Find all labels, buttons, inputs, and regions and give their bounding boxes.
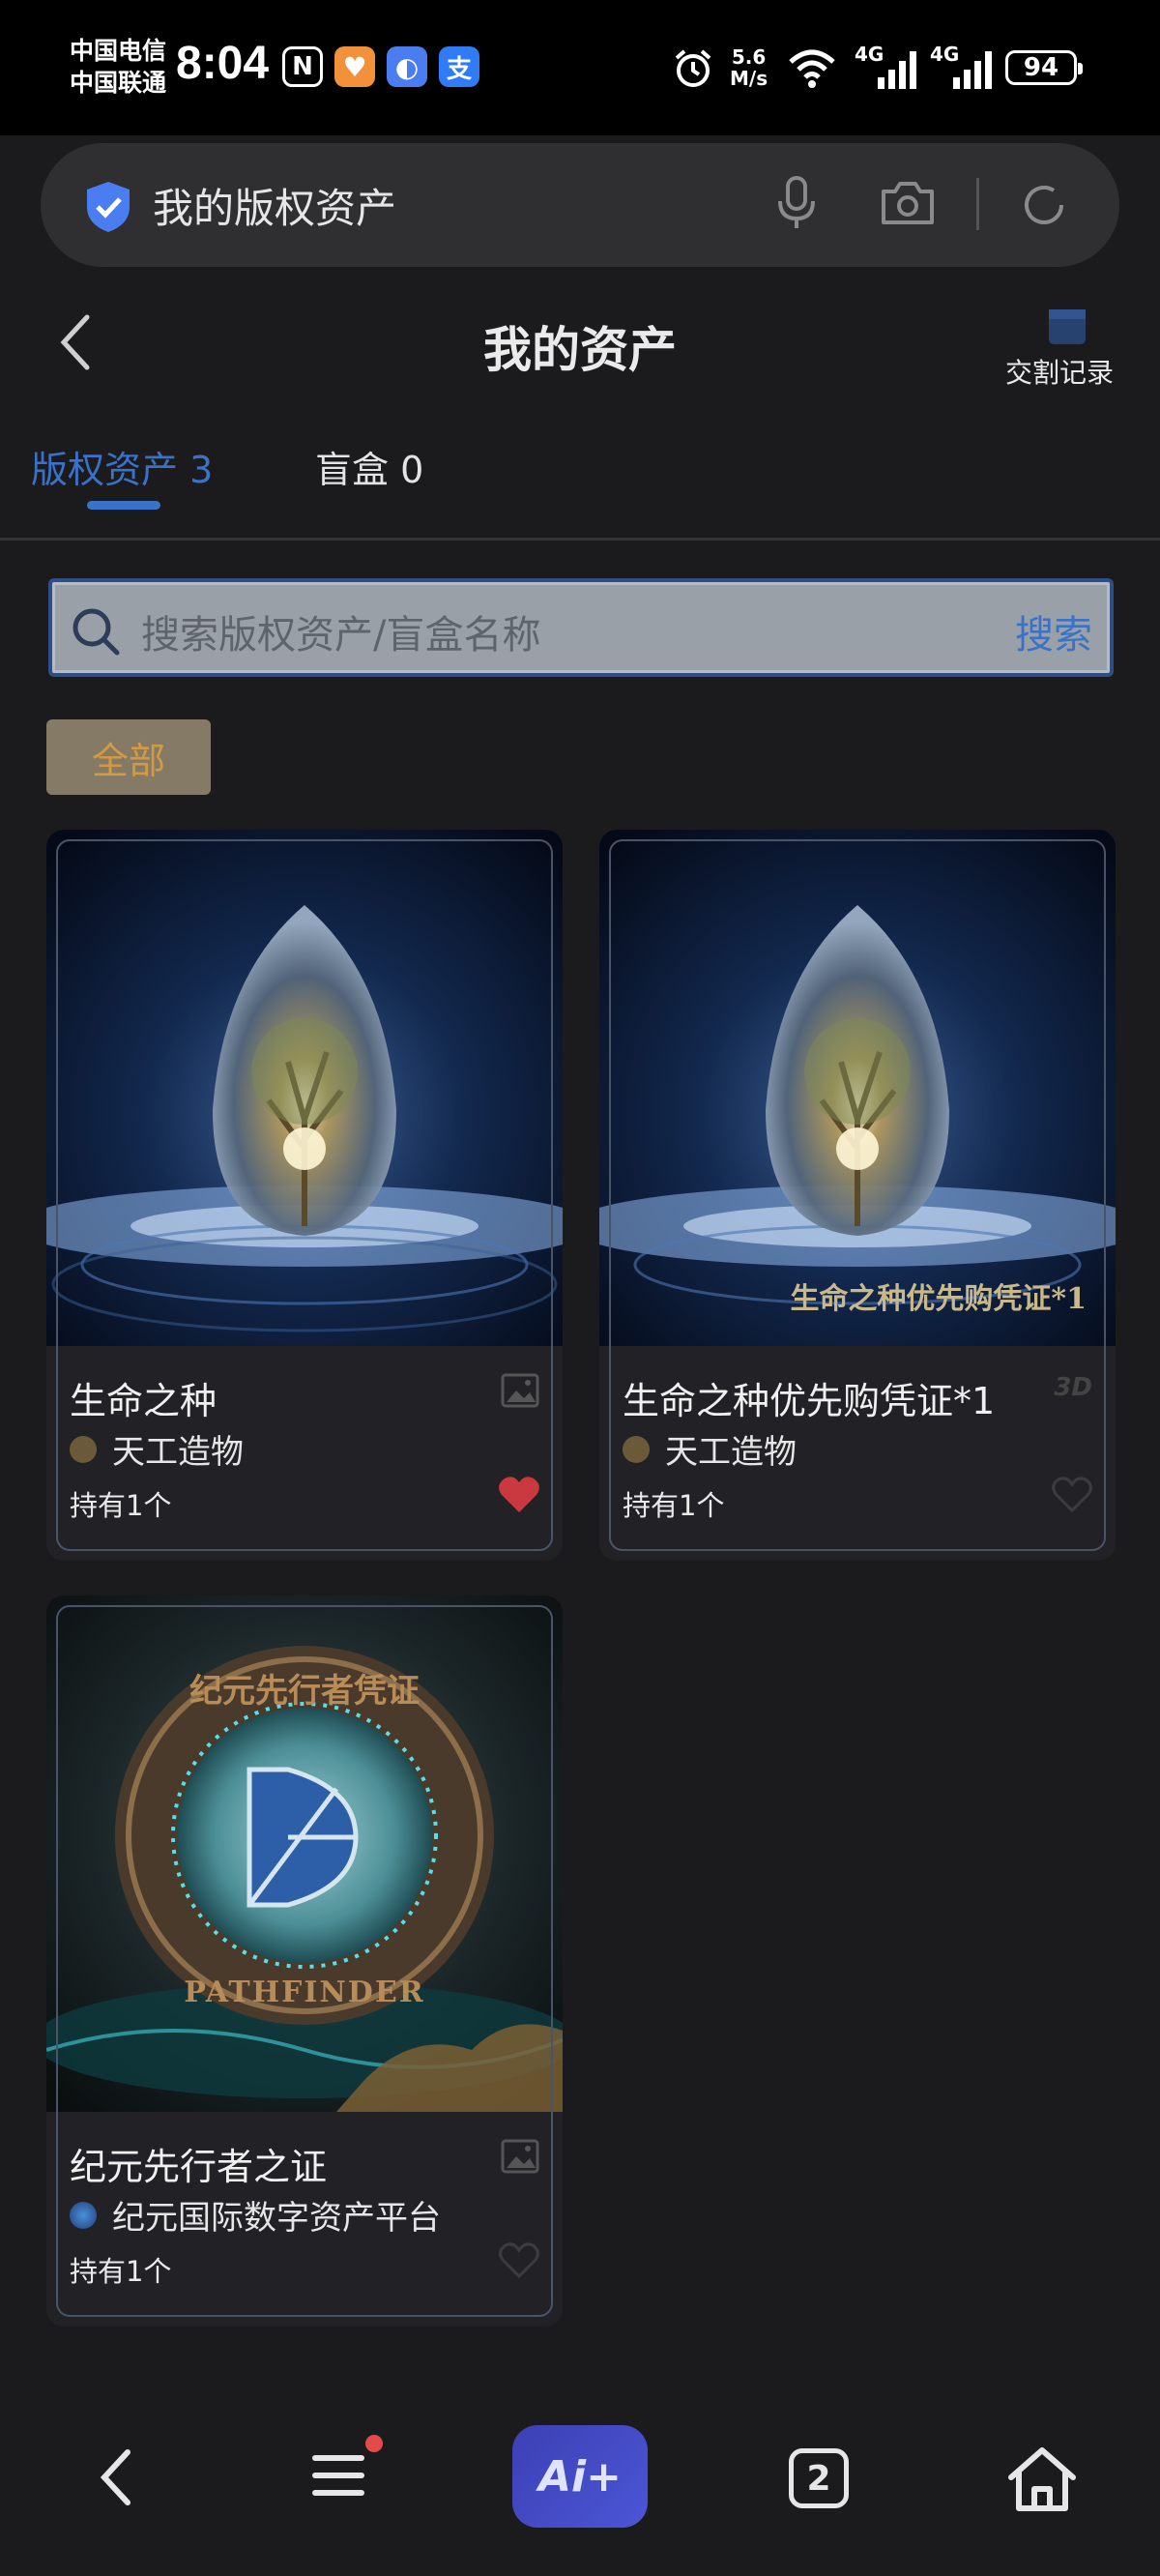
browser-bottom-nav: Ai+ 2 — [0, 2369, 1160, 2576]
tab-blind-box[interactable]: 盲盒 0 — [315, 440, 423, 493]
page-title: 我的资产 — [483, 322, 677, 378]
search-bar[interactable]: 搜索版权资产/盲盒名称 搜索 — [48, 578, 1114, 677]
3d-icon: 3D — [1054, 1373, 1092, 1402]
asset-card[interactable]: 生命之种 天工造物 持有1个 — [46, 830, 563, 1561]
heart-icon[interactable] — [497, 1474, 541, 1514]
microphone-icon[interactable] — [775, 176, 818, 232]
records-icon[interactable] — [1046, 304, 1088, 348]
reload-icon[interactable] — [1017, 178, 1071, 232]
search-button[interactable]: 搜索 — [1015, 603, 1092, 659]
tabs-count-button[interactable]: 2 — [789, 2448, 849, 2508]
carrier-info: 中国电信 中国联通 — [70, 35, 166, 99]
hold-count: 持有1个 — [623, 1489, 725, 1522]
alipay-app-icon: 支 — [439, 46, 479, 87]
browser-app-icon: ◐ — [387, 46, 427, 87]
coin-top-text: 纪元先行者凭证 — [189, 1672, 420, 1711]
asset-creator: 天工造物 — [70, 1425, 244, 1473]
hold-count: 持有1个 — [70, 1489, 172, 1522]
menu-icon[interactable] — [311, 2448, 365, 2503]
status-time: 8:04 — [176, 38, 270, 89]
creator-avatar — [70, 2201, 97, 2229]
signal-bars-2-icon — [953, 51, 992, 89]
security-shield-icon — [87, 182, 130, 232]
hold-count: 持有1个 — [70, 2255, 172, 2288]
heart-outline-icon[interactable] — [497, 2239, 541, 2280]
asset-artwork-pathfinder-coin: 纪元先行者凭证 PATHFINDER — [46, 1595, 563, 2112]
network-speed: 5.6 M/s — [730, 46, 768, 89]
image-icon — [501, 1373, 539, 1408]
status-bar: 中国电信 中国联通 8:04 N ♥ ◐ 支 5.6 M/s 4G 4G 94 — [0, 0, 1160, 135]
home-icon[interactable] — [1005, 2444, 1079, 2514]
asset-artwork-priority-voucher — [599, 830, 1116, 1346]
camera-icon[interactable] — [880, 178, 936, 228]
asset-name: 生命之种 — [70, 1380, 218, 1422]
creator-avatar — [623, 1435, 650, 1463]
asset-card[interactable]: 生命之种优先购凭证*1 生命之种优先购凭证*1 3D 天工造物 持有1个 — [599, 830, 1116, 1561]
asset-name: 纪元先行者之证 — [70, 2146, 328, 2188]
ai-assistant-button[interactable]: Ai+ — [512, 2425, 648, 2528]
carrier-1: 中国电信 — [70, 37, 167, 65]
creator-avatar — [70, 1435, 97, 1463]
heart-outline-icon[interactable] — [1050, 1474, 1094, 1514]
address-bar[interactable]: 我的版权资产 — [41, 143, 1119, 267]
nfc-icon: N — [282, 46, 323, 87]
carrier-2: 中国联通 — [70, 69, 167, 97]
artwork-caption: 生命之种优先购凭证*1 — [790, 1282, 1087, 1316]
search-input[interactable]: 搜索版权资产/盲盒名称 — [141, 603, 540, 659]
alarm-icon — [675, 49, 711, 87]
signal-bars-1-icon — [878, 51, 916, 89]
asset-card[interactable]: 纪元先行者凭证 PATHFINDER 纪元先行者之证 纪元国际数字资产平台 持有… — [46, 1595, 563, 2327]
asset-creator: 纪元国际数字资产平台 — [70, 2191, 441, 2239]
search-icon — [72, 608, 120, 656]
health-app-icon: ♥ — [334, 46, 375, 87]
battery-indicator: 94 — [1005, 50, 1083, 85]
wifi-icon — [789, 49, 835, 88]
creator-name: 天工造物 — [665, 1433, 797, 1472]
nav-back-icon[interactable] — [97, 2446, 135, 2508]
tab-copyright-assets[interactable]: 版权资产 3 — [31, 440, 213, 493]
net-speed-value: 5.6 — [731, 45, 767, 69]
creator-name: 纪元国际数字资产平台 — [112, 2199, 441, 2238]
creator-name: 天工造物 — [112, 1433, 244, 1472]
address-bar-divider — [976, 178, 979, 230]
image-icon — [501, 2139, 539, 2174]
asset-creator: 天工造物 — [623, 1425, 797, 1473]
tabs-divider — [0, 538, 1160, 541]
notification-dot — [365, 2435, 383, 2452]
net-speed-unit: M/s — [730, 67, 768, 90]
coin-bottom-text: PATHFINDER — [184, 1976, 424, 2009]
filter-chip-all[interactable]: 全部 — [46, 719, 211, 795]
asset-artwork-seed-of-life — [46, 830, 563, 1346]
address-bar-text[interactable]: 我的版权资产 — [153, 176, 396, 235]
records-button[interactable]: 交割记录 — [1005, 352, 1114, 391]
asset-name: 生命之种优先购凭证*1 — [623, 1380, 996, 1422]
active-tab-indicator — [87, 501, 160, 510]
